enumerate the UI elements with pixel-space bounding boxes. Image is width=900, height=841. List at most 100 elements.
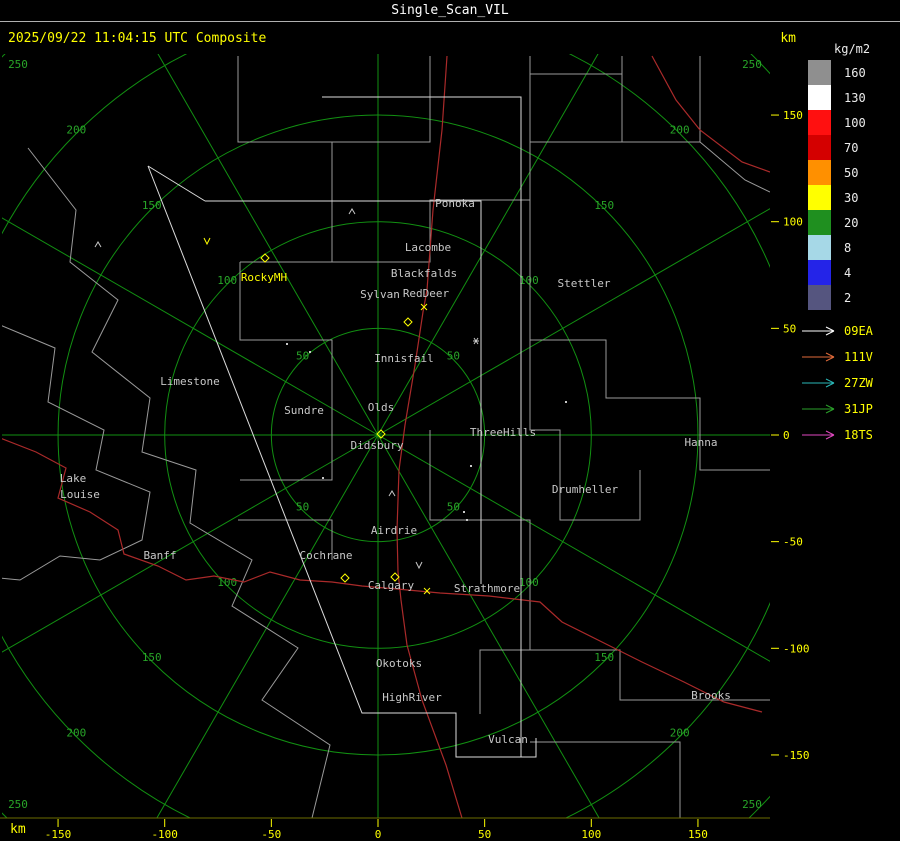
scale-swatch [808, 135, 831, 160]
dot-marker [286, 343, 288, 345]
x-axis-tick-label: -150 [45, 828, 72, 841]
y-axis-tick-label: -100 [783, 642, 810, 655]
diamond-marker [340, 573, 350, 583]
scale-entry: 20 [800, 210, 900, 235]
radar-list: 09EA 111V 27ZW 31JP 18TS [800, 318, 900, 448]
place-label: Innisfail [374, 352, 434, 365]
scale-entry: 70 [800, 135, 900, 160]
place-label: Hanna [684, 436, 717, 449]
place-label: Strathmore [454, 582, 520, 595]
radar-coverage-outline [147, 165, 537, 758]
county-boundary [530, 741, 681, 818]
radar-coverage-outline [205, 200, 482, 584]
azimuth-spoke [377, 434, 600, 818]
diamond-marker [260, 253, 270, 263]
ring-distance-label: 100 [519, 274, 539, 287]
scale-swatch [808, 160, 831, 185]
caret-marker [388, 490, 396, 497]
y-axis-tick-label: 0 [783, 429, 790, 442]
x-axis-tick-label: 50 [478, 828, 491, 841]
azimuth-spoke [156, 434, 379, 818]
range-ring [2, 54, 770, 818]
ring-distance-label: 200 [670, 727, 690, 740]
scale-swatch [808, 85, 831, 110]
place-label: Sundre [284, 404, 324, 417]
radar-entry: 09EA [800, 318, 900, 344]
place-label: RockyMH [241, 271, 287, 284]
radar-map[interactable]: 50 5050 50100 100100 100150 150150 150200 20020… [0, 0, 900, 841]
place-label: Stettler [558, 277, 611, 290]
ring-distance-label: 200 [670, 123, 690, 136]
place-label: HighRiver [382, 691, 442, 704]
scale-swatch [808, 110, 831, 135]
x-axis-tick-label: -100 [151, 828, 178, 841]
scale-value: 4 [844, 265, 852, 280]
x-axis-tick-label: 100 [581, 828, 601, 841]
scale-entry: 2 [800, 285, 900, 310]
ring-distance-label: 50 [447, 350, 460, 363]
radar-id: 27ZW [844, 376, 873, 390]
place-label: Limestone [160, 375, 220, 388]
scale-value: 30 [844, 190, 859, 205]
x-axis-tick-label: 150 [688, 828, 708, 841]
place-label: Louise [60, 488, 100, 501]
scale-entry: 8 [800, 235, 900, 260]
scale-swatch [808, 185, 831, 210]
radar-arrow-icon [802, 352, 835, 362]
scale-value: 100 [844, 115, 866, 130]
scale-entry: 130 [800, 85, 900, 110]
ring-distance-label: 50 [447, 500, 460, 513]
place-label: Ponoka [435, 197, 475, 210]
dot-marker [463, 511, 465, 513]
y-axis-tick-label: -150 [783, 749, 810, 762]
scale-value: 8 [844, 240, 852, 255]
scale-swatch [808, 210, 831, 235]
vee-marker [415, 561, 423, 570]
scale-value: 2 [844, 290, 852, 305]
place-label: Okotoks [376, 657, 422, 670]
place-label: Lake [60, 472, 87, 485]
radar-arrow-icon [802, 430, 835, 440]
ring-distance-label: 250 [8, 58, 28, 71]
place-label: Brooks [691, 689, 731, 702]
county-boundary [530, 74, 623, 143]
scale-value: 70 [844, 140, 859, 155]
place-label: Cochrane [300, 549, 353, 562]
place-label: Olds [368, 401, 395, 414]
ring-distance-label: 150 [594, 651, 614, 664]
radar-entry: 27ZW [800, 370, 900, 396]
color-scale: 160 130 100 70 50 30 20 8 4 2 [800, 60, 900, 310]
scale-entry: 30 [800, 185, 900, 210]
ring-distance-label: 50 [296, 350, 309, 363]
azimuth-spoke [2, 217, 379, 436]
legend-panel: kg/m2 160 130 100 70 50 30 20 8 4 2 09EA 111V 27ZW 3… [800, 42, 900, 448]
y-axis-unit: km [780, 31, 796, 46]
map-layers: 50 5050 50100 100100 100150 150150 150200 20020… [2, 54, 770, 818]
y-axis-tick-label: -50 [783, 536, 803, 549]
diamond-marker [403, 317, 413, 327]
scale-value: 50 [844, 165, 859, 180]
county-boundary [530, 339, 770, 471]
place-label: Blackfalds [391, 267, 457, 280]
dot-marker [466, 519, 468, 521]
scale-swatch [808, 235, 831, 260]
ring-distance-label: 250 [8, 798, 28, 811]
highway [651, 55, 770, 173]
x-axis-tick-label: 0 [375, 828, 382, 841]
window-title: Single_Scan_VIL [391, 3, 509, 18]
radar-entry: 18TS [800, 422, 900, 448]
place-label: RedDeer [403, 287, 450, 300]
place-label: Vulcan [488, 733, 528, 746]
ring-distance-label: 150 [142, 199, 162, 212]
radar-entry: 31JP [800, 396, 900, 422]
radar-entry: 111V [800, 344, 900, 370]
legend-unit: kg/m2 [834, 42, 871, 56]
place-label: Airdrie [371, 524, 417, 537]
caret-marker [94, 241, 102, 248]
star-marker [473, 337, 479, 345]
check-marker [203, 237, 211, 246]
info-bar: 2025/09/22 11:04:15 UTC Composite km [0, 31, 900, 47]
dot-marker [565, 401, 567, 403]
ring-distance-label: 200 [66, 123, 86, 136]
place-label: Banff [143, 549, 176, 562]
